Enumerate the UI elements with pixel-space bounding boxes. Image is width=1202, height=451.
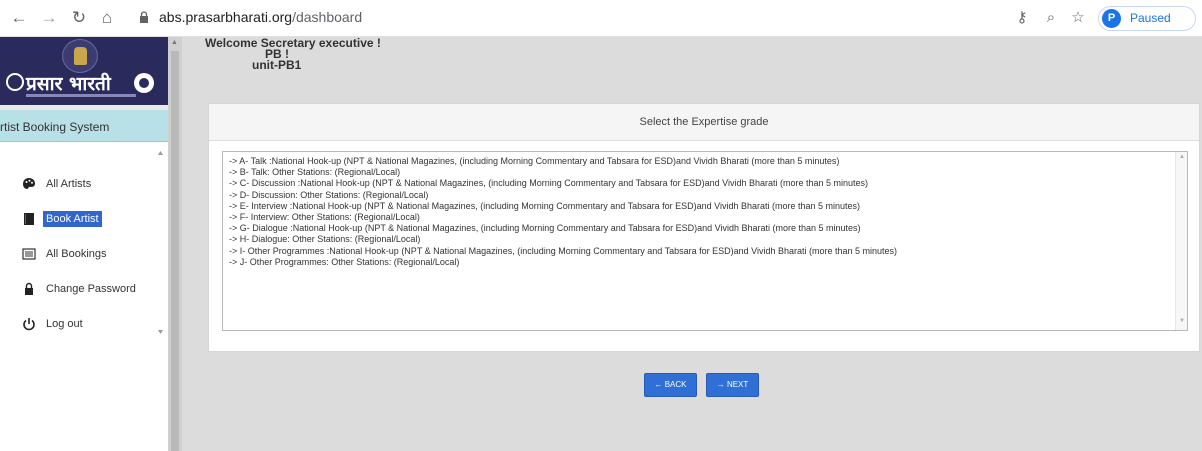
home-icon[interactable]: ⌂ xyxy=(96,7,118,29)
sidebar-item-log-out[interactable]: Log out xyxy=(0,312,155,338)
list-item[interactable]: -> H- Dialogue: Other Stations: (Regiona… xyxy=(229,234,1181,245)
list-item[interactable]: -> F- Interview: Other Stations: (Region… xyxy=(229,212,1181,223)
scroll-up-icon[interactable]: ▲ xyxy=(1179,154,1185,160)
list-item[interactable]: -> I- Other Programmes :National Hook-up… xyxy=(229,246,1181,257)
reload-icon[interactable]: ↻ xyxy=(68,7,90,29)
panel-header: Select the Expertise grade xyxy=(209,104,1199,141)
back-button[interactable]: ← BACK xyxy=(644,373,697,397)
list-item[interactable]: -> D- Discussion: Other Stations: (Regio… xyxy=(229,190,1181,201)
expertise-grade-panel: Select the Expertise grade -> A- Talk :N… xyxy=(208,103,1200,352)
next-button[interactable]: → NEXT xyxy=(706,373,759,397)
forward-arrow-icon[interactable]: → xyxy=(38,7,60,29)
avatar: P xyxy=(1102,9,1121,28)
sidebar: प्रसार भारती rtist Booking System All Ar… xyxy=(0,37,168,451)
sidebar-item-label: All Bookings xyxy=(46,248,107,260)
palette-icon xyxy=(23,178,35,189)
expertise-grade-listbox[interactable]: -> A- Talk :National Hook-up (NPT & Nati… xyxy=(222,151,1188,331)
list-item[interactable]: -> C- Discussion :National Hook-up (NPT … xyxy=(229,178,1181,189)
list-icon xyxy=(22,248,36,260)
power-icon xyxy=(23,318,35,331)
sidebar-menu-scrollbar[interactable] xyxy=(155,147,166,337)
sidebar-item-label: All Artists xyxy=(46,178,92,190)
welcome-unit: unit-PB1 xyxy=(252,58,302,72)
profile-status: Paused xyxy=(1130,11,1171,25)
welcome-line: Welcome Secretary executive ! xyxy=(205,36,381,50)
address-bar[interactable]: abs.prasarbharati.org/dashboard xyxy=(125,5,1005,31)
browser-toolbar: ← → ↻ ⌂ abs.prasarbharati.org/dashboard … xyxy=(0,0,1202,37)
welcome-message: Welcome Secretary executive ! PB ! unit-… xyxy=(205,36,381,72)
scrollbar-thumb[interactable] xyxy=(171,51,179,451)
sidebar-item-change-password[interactable]: Change Password xyxy=(0,277,155,303)
brand-tagline-bar xyxy=(26,94,136,97)
key-icon[interactable]: ⚷ xyxy=(1012,8,1032,28)
scroll-down-icon[interactable]: ▼ xyxy=(1179,318,1185,324)
emblem-left-icon xyxy=(6,73,24,91)
system-title-band: rtist Booking System xyxy=(0,110,168,142)
list-item[interactable]: -> A- Talk :National Hook-up (NPT & Nati… xyxy=(229,156,1181,167)
lock-icon xyxy=(25,282,33,295)
emblem-icon xyxy=(62,39,98,73)
sidebar-item-all-bookings[interactable]: All Bookings xyxy=(0,242,155,268)
sidebar-item-book-artist[interactable]: Book Artist xyxy=(0,207,155,233)
profile-button[interactable]: P Paused xyxy=(1098,6,1196,31)
sidebar-item-label: Book Artist xyxy=(43,211,102,227)
system-title: rtist Booking System xyxy=(0,120,110,134)
brand-header: प्रसार भारती xyxy=(0,37,168,105)
lock-icon xyxy=(140,11,148,23)
sidebar-item-all-artists[interactable]: All Artists xyxy=(0,172,155,198)
list-item[interactable]: -> J- Other Programmes: Other Stations: … xyxy=(229,257,1181,268)
sidebar-menu: All Artists Book Artist All Bookings Cha… xyxy=(0,147,168,347)
zoom-icon[interactable]: ⌕ xyxy=(1041,8,1061,28)
sidebar-item-label: Change Password xyxy=(46,283,136,295)
star-icon[interactable]: ☆ xyxy=(1068,8,1088,28)
list-item[interactable]: -> B- Talk: Other Stations: (Regional/Lo… xyxy=(229,167,1181,178)
brand-logo-icon xyxy=(134,73,154,93)
brand-name: प्रसार भारती xyxy=(26,73,111,95)
listbox-scrollbar[interactable]: ▲ ▼ xyxy=(1175,152,1187,330)
list-item[interactable]: -> G- Dialogue :National Hook-up (NPT & … xyxy=(229,223,1181,234)
panel-title: Select the Expertise grade xyxy=(639,116,769,128)
url-text: abs.prasarbharati.org/dashboard xyxy=(159,9,363,25)
book-icon xyxy=(24,213,34,225)
list-item[interactable]: -> E- Interview :National Hook-up (NPT &… xyxy=(229,201,1181,212)
sidebar-item-label: Log out xyxy=(46,318,83,330)
back-arrow-icon[interactable]: ← xyxy=(8,7,30,29)
sidebar-scrollbar[interactable]: ▲ xyxy=(168,37,182,451)
